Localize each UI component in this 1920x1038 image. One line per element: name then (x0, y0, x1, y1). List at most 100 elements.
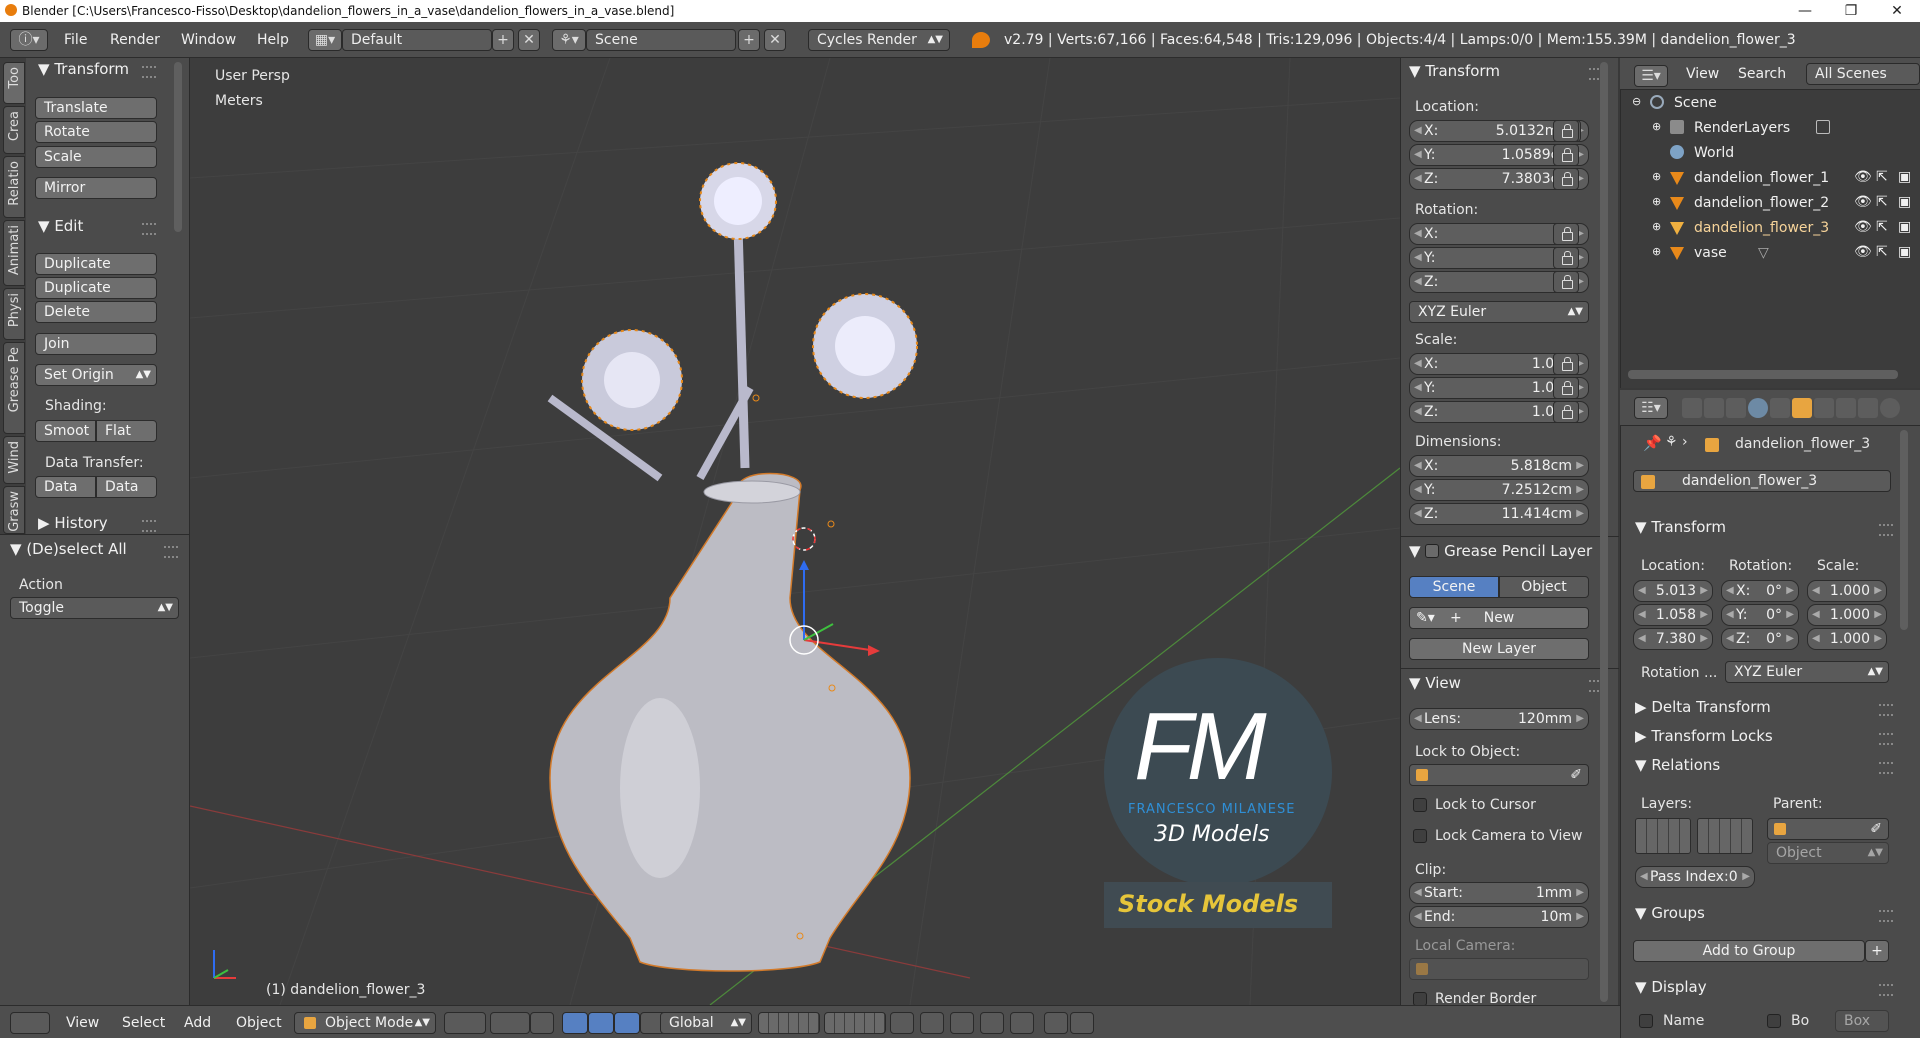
mode-dropdown[interactable]: Object Mode ▲▼ (294, 1012, 436, 1034)
layers-grid-left[interactable] (1635, 818, 1691, 854)
bottom-menu-add[interactable]: Add (184, 1015, 211, 1031)
tab-physics[interactable]: Physi (3, 288, 25, 340)
rotate-button[interactable]: Rotate (35, 121, 157, 143)
material-tab-icon[interactable] (1880, 398, 1900, 418)
clip-end-field[interactable]: ◀ End: 10m ▶ (1409, 906, 1589, 928)
translate-manipulator-icon[interactable] (562, 1012, 588, 1034)
props-transform-title[interactable]: ▼ Transform (1635, 518, 1726, 536)
panel-grip-icon[interactable] (1879, 704, 1893, 716)
props-rotation-z[interactable]: ◀ Z: 0° ▶ (1721, 628, 1799, 650)
render-camera-icon[interactable]: ▣ (1898, 169, 1911, 185)
render-tab-icon[interactable] (1682, 398, 1702, 418)
collapse-icon[interactable]: ⊖ (1632, 95, 1641, 108)
tab-grasw[interactable]: Grasw (3, 486, 25, 534)
render-border-checkbox[interactable] (1413, 992, 1427, 1006)
scene-field[interactable]: Scene (586, 29, 736, 51)
render-opengl-image-icon[interactable] (1044, 1012, 1068, 1034)
menu-render[interactable]: Render (110, 32, 160, 48)
tab-relations[interactable]: Relatio (3, 156, 25, 218)
duplicate-button[interactable]: Duplicate (35, 253, 157, 275)
scene-layers-left[interactable] (758, 1012, 820, 1034)
delete-button[interactable]: Delete (35, 301, 157, 323)
maximize-button[interactable]: ❐ (1828, 0, 1874, 22)
edit-panel-title[interactable]: ▼ Edit (38, 217, 83, 235)
dimensions-z-field[interactable]: ◀ Z: 11.414cm ▶ (1409, 503, 1589, 525)
delta-transform-panel[interactable]: ▶ Delta Transform (1635, 698, 1771, 716)
panel-grip-icon[interactable] (1879, 762, 1893, 774)
remove-scene-icon[interactable]: ✕ (764, 29, 786, 51)
outliner-editor-icon[interactable]: ☰▾ (1634, 65, 1668, 87)
scene-selector-icon[interactable]: ⚘▾ (552, 29, 586, 51)
props-scale-y[interactable]: ◀ 1.000 ▶ (1807, 604, 1887, 626)
npanel-transform-title[interactable]: ▼ Transform (1409, 62, 1500, 80)
render-camera-icon[interactable]: ▣ (1898, 244, 1911, 260)
relations-panel-title[interactable]: ▼ Relations (1635, 756, 1720, 774)
outliner-row-renderlayers[interactable]: ⊕ RenderLayers (1620, 117, 1920, 142)
transform-panel-title[interactable]: ▼ Transform (38, 60, 129, 78)
snap-target-icon[interactable] (1010, 1012, 1034, 1034)
view-panel-title[interactable]: ▼ View (1409, 674, 1461, 692)
props-rotation-y[interactable]: ◀ Y: 0° ▶ (1721, 604, 1799, 626)
rotation-mode-dropdown[interactable]: XYZ Euler ▲▼ (1409, 301, 1589, 323)
outliner-row-scene[interactable]: ⊖ Scene (1620, 92, 1920, 117)
clip-start-field[interactable]: ◀ Start: 1mm ▶ (1409, 882, 1589, 904)
cursor-select-icon[interactable]: ⇱ (1876, 244, 1888, 260)
bounds-type-dropdown[interactable]: Box (1835, 1010, 1889, 1032)
panel-grip-icon[interactable] (1879, 910, 1893, 922)
lock-scale-y-icon[interactable] (1553, 377, 1579, 399)
eye-icon[interactable]: 👁 (1854, 219, 1872, 235)
mirror-button[interactable]: Mirror (35, 177, 157, 199)
cursor-select-icon[interactable]: ⇱ (1876, 194, 1888, 210)
props-location-x[interactable]: ◀ 5.013 ▶ (1633, 580, 1713, 602)
dimensions-y-field[interactable]: ◀ Y: 7.2512cm ▶ (1409, 479, 1589, 501)
bottom-menu-select[interactable]: Select (122, 1015, 165, 1031)
eye-icon[interactable]: 👁 (1854, 169, 1872, 185)
lens-field[interactable]: ◀ Lens: 120mm ▶ (1409, 708, 1589, 730)
lock-location-z-icon[interactable] (1553, 168, 1579, 190)
rotate-manipulator-icon[interactable] (588, 1012, 614, 1034)
expand-icon[interactable]: ⊕ (1652, 120, 1661, 133)
pivot-point-icon[interactable] (490, 1012, 530, 1034)
menu-file[interactable]: File (64, 32, 87, 48)
menu-window[interactable]: Window (181, 32, 236, 48)
object-name-field[interactable]: dandelion_flower_3 (1633, 470, 1891, 492)
outliner-scrollbar[interactable] (1628, 370, 1898, 379)
pin-icon[interactable]: 📌 (1643, 434, 1662, 452)
data-layers-button[interactable]: Data La (96, 476, 157, 498)
render-layer-icon[interactable] (1816, 120, 1830, 134)
minimize-button[interactable]: — (1782, 0, 1828, 22)
parent-field[interactable]: ✐ (1767, 818, 1889, 840)
scene-layers-right[interactable] (824, 1012, 886, 1034)
outliner-row-vase[interactable]: ⊕ vase ▽ 👁 ⇱ ▣ (1620, 242, 1920, 267)
proportional-edit-icon[interactable] (920, 1012, 944, 1034)
scale-manipulator-icon[interactable] (614, 1012, 640, 1034)
cursor-select-icon[interactable]: ⇱ (1876, 219, 1888, 235)
lock-to-cursor-checkbox[interactable] (1413, 798, 1427, 812)
npanel-scrollbar[interactable] (1600, 62, 1608, 1002)
gp-object-toggle[interactable]: Object (1499, 576, 1589, 598)
outliner-menu-view[interactable]: View (1686, 66, 1719, 82)
add-scene-icon[interactable]: + (738, 29, 760, 51)
pass-index-field[interactable]: ◀ Pass Index:0 ▶ (1635, 866, 1755, 888)
render-camera-icon[interactable]: ▣ (1898, 194, 1911, 210)
close-button[interactable]: ✕ (1874, 0, 1920, 22)
screen-layout-field[interactable]: Default (342, 29, 492, 51)
display-name-checkbox[interactable] (1639, 1014, 1653, 1028)
viewport-shading-icon[interactable] (444, 1012, 486, 1034)
outliner-row-dandelion-flower-3[interactable]: ⊕ dandelion_flower_3 👁 ⇱ ▣ (1620, 217, 1920, 242)
expand-icon[interactable]: ⊕ (1652, 245, 1661, 258)
mesh-data-icon[interactable]: ▽ (1758, 245, 1769, 261)
operator-panel-title[interactable]: ▼ (De)select All (10, 540, 127, 558)
snap-element-icon[interactable] (980, 1012, 1004, 1034)
world-tab-icon[interactable] (1748, 398, 1768, 418)
panel-grip-icon[interactable] (1879, 524, 1893, 536)
add-to-group-button[interactable]: Add to Group (1633, 940, 1865, 962)
editor-type-3d-icon[interactable] (10, 1012, 50, 1034)
gp-new-layer-button[interactable]: New Layer (1409, 638, 1589, 660)
add-group-plus-icon[interactable]: + (1865, 940, 1889, 962)
render-camera-icon[interactable]: ▣ (1898, 219, 1911, 235)
panel-grip-icon[interactable] (142, 66, 156, 78)
bottom-menu-object[interactable]: Object (236, 1015, 282, 1031)
lock-scale-x-icon[interactable] (1553, 353, 1579, 375)
parent-type-dropdown[interactable]: Object ▲▼ (1767, 842, 1889, 864)
